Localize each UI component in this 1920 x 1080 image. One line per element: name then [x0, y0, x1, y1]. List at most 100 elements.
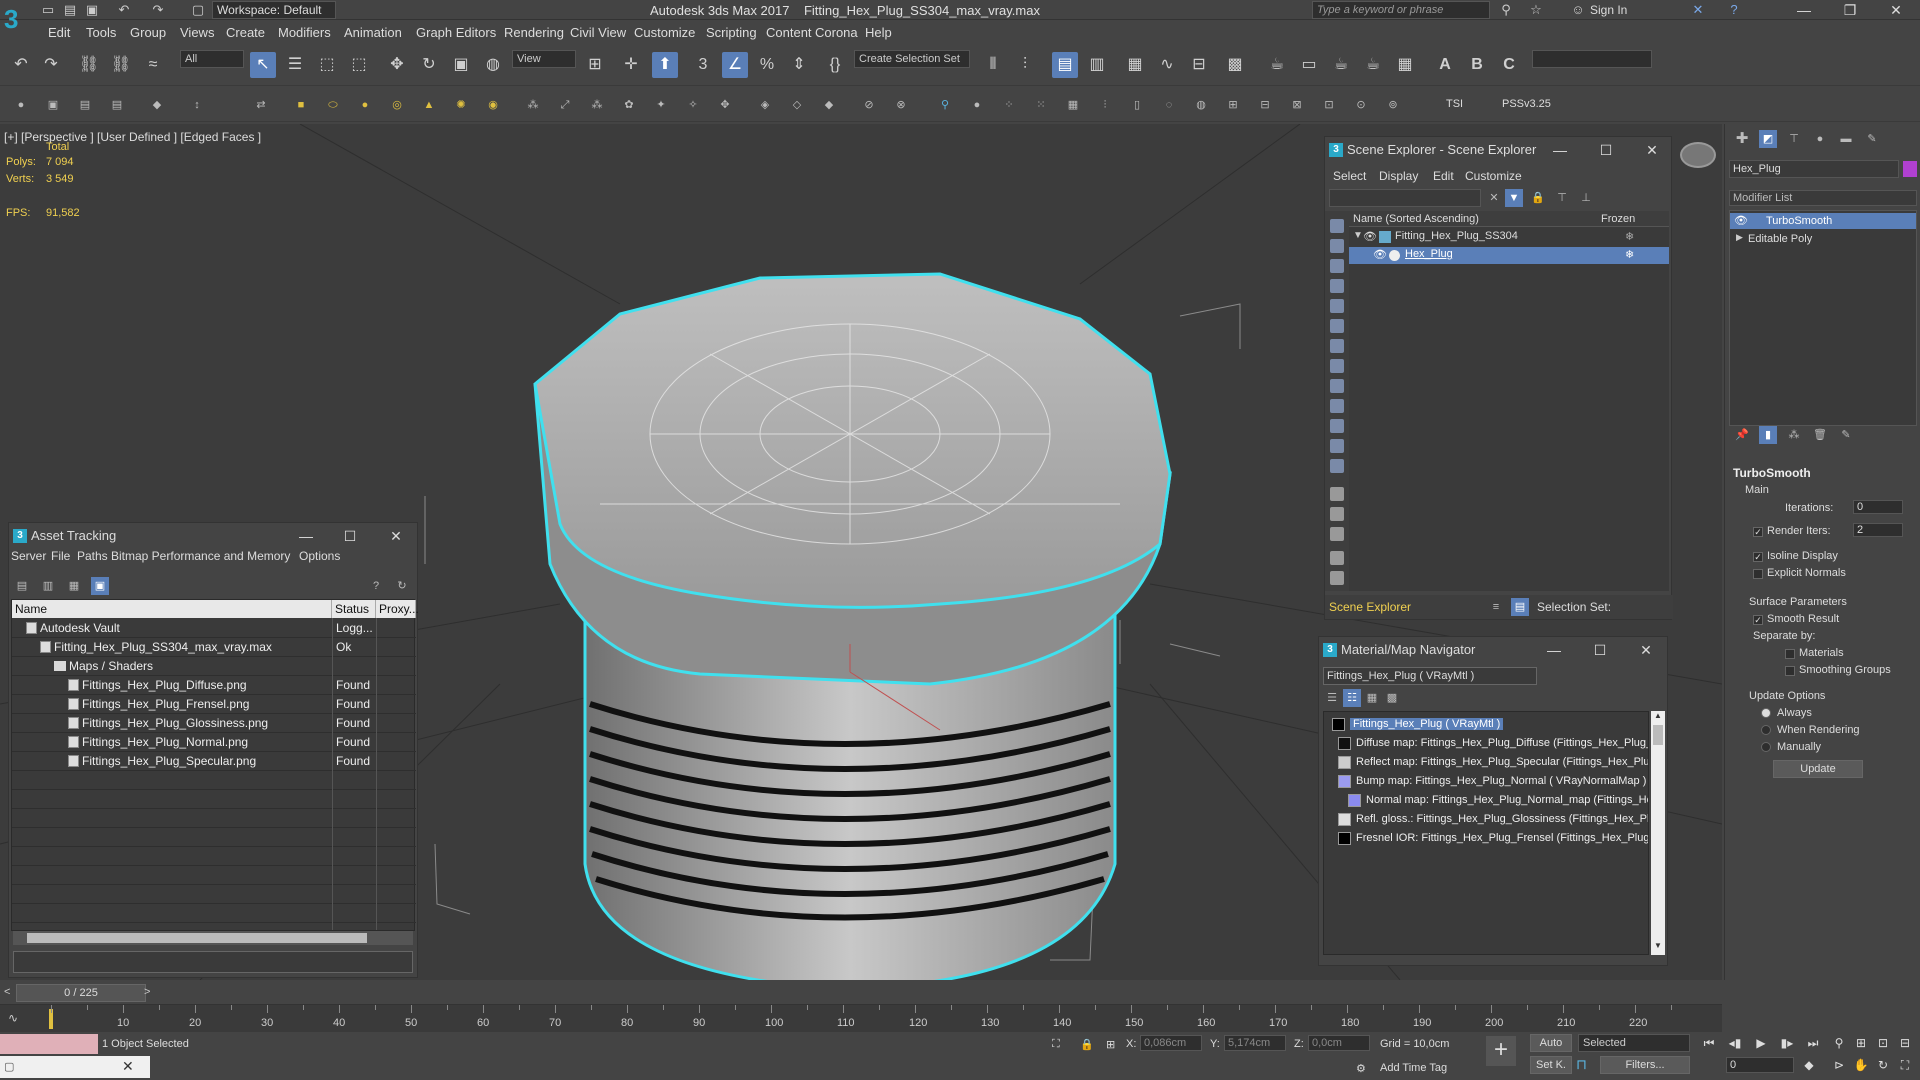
menu-help[interactable]: Help	[865, 25, 892, 40]
toolbar2-tool-36-icon[interactable]: ⊞	[1224, 96, 1242, 114]
scene-explorer-toggle-icon[interactable]: ▤	[1052, 52, 1078, 78]
iterations-spinner[interactable]: 0	[1853, 500, 1903, 514]
menu-edit[interactable]: Edit	[48, 25, 70, 40]
bind-space-warp-icon[interactable]: ≈	[140, 52, 166, 78]
edit-named-selection-icon[interactable]: {}	[822, 52, 848, 78]
menu-corona[interactable]: Corona	[815, 25, 858, 40]
toolbar2-tool-3-icon[interactable]: ▤	[76, 96, 94, 114]
separate-materials-checkbox[interactable]	[1785, 649, 1795, 659]
pss-label[interactable]: PSSv3.25	[1502, 98, 1551, 110]
exchange-icon[interactable]: ✕	[1690, 2, 1706, 18]
redo-icon[interactable]: ↷	[38, 52, 64, 78]
go-to-start-icon[interactable]: ⏮	[1700, 1034, 1718, 1052]
motion-tab-icon[interactable]: ●	[1811, 130, 1829, 148]
scene-menu-customize[interactable]: Customize	[1465, 169, 1522, 189]
scale-icon[interactable]: ▣	[448, 52, 474, 78]
asset-horizontal-scrollbar[interactable]	[13, 931, 413, 945]
select-by-name-icon[interactable]: ☰	[282, 52, 308, 78]
listener-close-icon[interactable]: ✕	[122, 1058, 134, 1075]
spinner-snap-icon[interactable]: ⇕	[786, 52, 812, 78]
menu-customize[interactable]: Customize	[634, 25, 695, 40]
scene-tree-item-root[interactable]: ▼ 👁 Fitting_Hex_Plug_SS304 ❄	[1349, 229, 1669, 246]
toolbar2-tool-4-icon[interactable]: ▤	[108, 96, 126, 114]
render-iters-checkbox[interactable]: ✓	[1753, 527, 1763, 537]
asset-view-tree-icon[interactable]: ▤	[13, 577, 31, 595]
previous-frame-icon[interactable]: ◂▮	[1726, 1034, 1744, 1052]
next-frame-icon[interactable]: ▮▸	[1778, 1034, 1796, 1052]
filter-geometry-icon[interactable]	[1330, 219, 1344, 233]
tsi-label[interactable]: TSI	[1446, 98, 1463, 110]
unlink-icon[interactable]: ⛓	[108, 52, 134, 78]
toolbar2-tool-16-icon[interactable]: ⤢	[556, 96, 574, 114]
redo-icon[interactable]: ↷	[150, 2, 166, 18]
scene-menu-select[interactable]: Select	[1333, 169, 1366, 189]
scene-explorer-title[interactable]: 3 Scene Explorer - Scene Explorer	[1325, 137, 1671, 163]
isolate-selection-icon[interactable]: ⛶	[1052, 1038, 1060, 1051]
menu-modifiers[interactable]: Modifiers	[278, 25, 331, 40]
toolbar2-tool-25-icon[interactable]: ⊘	[860, 96, 878, 114]
visibility-eye-icon[interactable]: 👁	[1373, 248, 1387, 261]
scroll-up-icon[interactable]: ▲	[1651, 711, 1665, 723]
place-icon[interactable]: ◍	[480, 52, 506, 78]
show-end-result-icon[interactable]: ▮	[1759, 426, 1777, 444]
asset-table-row[interactable]: Fittings_Hex_Plug_Glossiness.png Found	[12, 714, 416, 733]
remove-modifier-icon[interactable]: 🗑	[1811, 426, 1829, 444]
scene-col-name[interactable]: Name (Sorted Ascending)	[1353, 213, 1479, 225]
layer-explorer-icon[interactable]: ▥	[1084, 52, 1110, 78]
scene-menu-display[interactable]: Display	[1379, 169, 1418, 189]
render-production-icon[interactable]: ☕	[1328, 52, 1354, 78]
scene-explorer-close-button[interactable]: ✕	[1641, 139, 1663, 161]
filter-helpers-icon[interactable]	[1330, 299, 1344, 313]
frozen-icon[interactable]: ❄	[1625, 230, 1634, 243]
binoculars-icon[interactable]: ⚲	[1498, 2, 1514, 18]
toolbar2-tool-38-icon[interactable]: ⊠	[1288, 96, 1306, 114]
zoom-extents-all-icon[interactable]: ⊟	[1896, 1034, 1914, 1052]
toolbar2-tool-34-icon[interactable]: ◌	[1160, 96, 1178, 114]
scroll-down-icon[interactable]: ▼	[1651, 941, 1665, 953]
material-editor-icon[interactable]: ▩	[1222, 52, 1248, 78]
scene-clear-search-icon[interactable]: ✕	[1485, 189, 1503, 207]
asset-help-icon[interactable]: ?	[367, 577, 385, 595]
time-slider-thumb[interactable]: 0 / 225	[16, 984, 146, 1002]
time-tag-icon[interactable]: ⚙	[1356, 1062, 1366, 1075]
material-tree-item[interactable]: Diffuse map: Fittings_Hex_Plug_Diffuse (…	[1324, 735, 1648, 753]
maxscript-listener-pink[interactable]	[0, 1034, 98, 1054]
material-tree-item[interactable]: Fresnel IOR: Fittings_Hex_Plug_Frensel (…	[1324, 830, 1648, 848]
help-icon[interactable]: ?	[1726, 2, 1742, 18]
scene-explorer-name-label[interactable]: Scene Explorer	[1329, 600, 1411, 614]
orbit-icon[interactable]: ↻	[1874, 1056, 1892, 1074]
asset-menu-paths[interactable]: Paths	[77, 549, 108, 569]
render-iters-spinner[interactable]: 2	[1853, 523, 1903, 537]
hierarchy-tab-icon[interactable]: ⊤	[1785, 130, 1803, 148]
toolbar2-tool-21-icon[interactable]: ✥	[716, 96, 734, 114]
mirror-icon[interactable]: ⫴	[980, 52, 1006, 78]
scene-explorer-minimize-button[interactable]: —	[1549, 139, 1571, 161]
asset-menu-server[interactable]: Server	[11, 549, 46, 569]
window-crossing-icon[interactable]: ⬚	[346, 52, 372, 78]
toolbar2-tool-28-icon[interactable]: ●	[968, 96, 986, 114]
asset-refresh-icon[interactable]: ↻	[393, 577, 411, 595]
filter-lights-icon[interactable]	[1330, 259, 1344, 273]
asset-view-list-icon[interactable]: ▥	[39, 577, 57, 595]
save-file-icon[interactable]: ▣	[84, 2, 100, 18]
expand-arrow-icon[interactable]: ▶	[1736, 232, 1743, 243]
material-name-field[interactable]: Fittings_Hex_Plug ( VRayMtl )	[1323, 667, 1537, 685]
asset-menu-options[interactable]: Options	[299, 549, 340, 569]
maxscript-mini-listener[interactable]: ▢ ✕	[0, 1056, 150, 1078]
filter-containers-icon[interactable]	[1330, 399, 1344, 413]
reference-coordinate-dropdown[interactable]: View	[512, 50, 576, 68]
asset-col-status[interactable]: Status	[332, 600, 376, 618]
scene-filter-icon[interactable]: ▼	[1505, 189, 1523, 207]
filter-groups-icon[interactable]	[1330, 339, 1344, 353]
toolbar2-tool-37-icon[interactable]: ⊟	[1256, 96, 1274, 114]
track-bar[interactable]: ∿ 10 20 30 40 50 60 70 80 90 100 110 120 130 140 150 16…	[0, 1004, 1722, 1032]
menu-civil-view[interactable]: Civil View	[570, 25, 626, 40]
isoline-display-checkbox[interactable]: ✓	[1753, 552, 1763, 562]
z-coord-field[interactable]: 0,0cm	[1308, 1035, 1370, 1051]
scene-explorer-maximize-button[interactable]: ☐	[1595, 139, 1617, 161]
update-manually-radio[interactable]	[1761, 742, 1771, 752]
pan-icon[interactable]: ✋	[1852, 1056, 1870, 1074]
menu-animation[interactable]: Animation	[344, 25, 402, 40]
link-icon[interactable]: ⛓	[76, 52, 102, 78]
asset-view-table-icon[interactable]: ▦	[65, 577, 83, 595]
